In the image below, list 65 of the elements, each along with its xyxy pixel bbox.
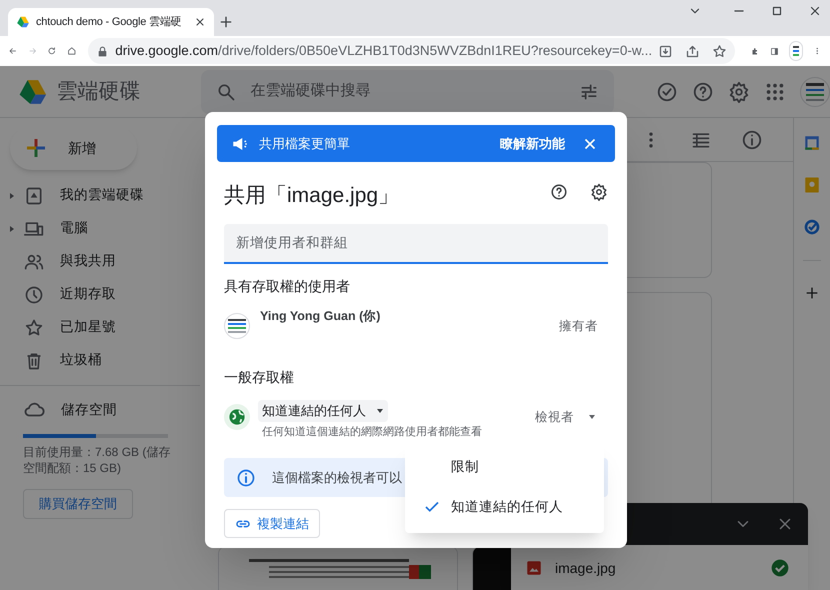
section-heading: 一般存取權: [223, 368, 295, 386]
learn-more-link[interactable]: 瞭解新功能: [500, 134, 565, 154]
user-role: 擁有者: [559, 318, 598, 334]
calendar-icon[interactable]: [803, 134, 821, 152]
share-icon[interactable]: [685, 44, 700, 58]
copy-link-button[interactable]: 複製連結: [224, 509, 320, 538]
caret-right-icon[interactable]: [8, 192, 16, 200]
lock-icon: [96, 44, 110, 58]
nav-item[interactable]: 近期存取: [0, 278, 205, 311]
drive-icon: [24, 186, 44, 206]
menu-item[interactable]: 限制: [405, 447, 604, 487]
tab-title: chtouch demo - Google 雲端硬: [36, 14, 182, 30]
star-icon[interactable]: [712, 44, 728, 58]
account-avatar[interactable]: [800, 76, 830, 106]
storage-label: 儲存空間: [61, 400, 117, 419]
image-file-icon: [525, 559, 543, 577]
browser-tab[interactable]: chtouch demo - Google 雲端硬: [8, 8, 214, 36]
search-placeholder: 在雲端硬碟中搜尋: [250, 81, 372, 102]
drive-logo-icon: [16, 15, 30, 29]
clock-icon: [24, 284, 44, 304]
banner-text: 共用檔案更簡單: [259, 134, 351, 153]
profile-avatar[interactable]: [789, 41, 804, 61]
new-button[interactable]: 新增: [10, 126, 137, 170]
search-field[interactable]: 在雲端硬碟中搜尋: [201, 70, 614, 114]
address-bar[interactable]: drive.google.com/drive/folders/0B50eVLZHB1T0d3N5WVZBdnI1REU?resourcekey=0-w...: [88, 38, 736, 64]
storage-usage: 目前使用量：7.68 GB (儲存空間配額：15 GB): [23, 444, 171, 476]
maximize-icon[interactable]: [770, 4, 784, 18]
caret-down-icon: [376, 406, 384, 414]
caret-down-icon: [588, 412, 596, 421]
plus-icon: [24, 136, 48, 160]
access-select[interactable]: 知道連結的任何人: [258, 400, 388, 422]
buy-storage-button[interactable]: 購買儲存空間: [23, 489, 133, 519]
nav-item[interactable]: 與我共用: [0, 245, 205, 278]
nav-item[interactable]: 我的雲端硬碟: [0, 179, 205, 212]
tasks-icon[interactable]: [803, 218, 821, 236]
close-icon[interactable]: [194, 16, 206, 28]
role-select[interactable]: 檢視者: [535, 408, 596, 426]
info-icon: [236, 468, 256, 488]
check-circle-icon[interactable]: [656, 80, 678, 102]
info-text: 這個檔案的檢視者可以: [272, 468, 402, 487]
user-avatar: [224, 312, 250, 338]
star-icon: [24, 318, 44, 338]
nav-item[interactable]: 已加星號: [0, 311, 205, 344]
app-name: 雲端硬碟: [56, 78, 142, 105]
nav-item[interactable]: 垃圾桶: [0, 344, 205, 377]
help-icon[interactable]: [550, 182, 568, 201]
new-tab-icon[interactable]: [218, 14, 234, 30]
search-icon: [216, 82, 236, 102]
file-name: image.jpg: [555, 558, 617, 578]
settings-icon[interactable]: [590, 182, 608, 201]
access-description: 任何知道這個連結的網際網路使用者都能查看: [262, 424, 483, 440]
menu-item[interactable]: 知道連結的任何人: [405, 487, 604, 527]
section-heading: 具有存取權的使用者: [223, 276, 351, 296]
caret-right-icon[interactable]: [8, 224, 16, 232]
globe-icon: [224, 404, 250, 430]
dialog-title: 共用「image.jpg」: [224, 183, 400, 209]
add-people-field[interactable]: 新增使用者和群組: [224, 224, 608, 264]
close-icon[interactable]: [808, 4, 822, 18]
filter-icon[interactable]: [579, 82, 599, 102]
install-icon[interactable]: [658, 44, 674, 58]
info-icon[interactable]: [741, 128, 763, 150]
url-text: drive.google.com/drive/folders/0B50eVLZHB1T0d3N5WVZBdnI1REU?resourcekey=0-w...: [115, 42, 652, 60]
nav-item[interactable]: 電腦: [0, 212, 205, 245]
user-name: Ying Yong Guan (你): [260, 308, 382, 325]
plus-icon[interactable]: [804, 285, 820, 301]
